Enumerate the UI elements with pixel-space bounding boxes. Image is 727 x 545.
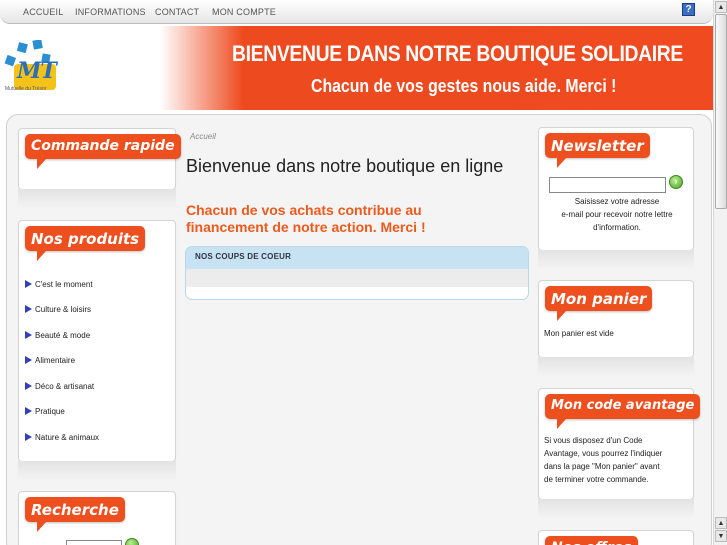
scrollbar-thumb[interactable]: [715, 14, 727, 209]
panier-status: Mon panier est vide: [544, 329, 614, 338]
mon-panier-title: Mon panier: [545, 286, 653, 321]
triangle-icon: [25, 356, 32, 364]
product-category-item[interactable]: Déco & artisanat: [25, 382, 94, 391]
coups-de-coeur-box: NOS COUPS DE COEUR: [185, 246, 529, 300]
scroll-up-icon[interactable]: ▲: [715, 517, 727, 529]
newsletter-go-icon[interactable]: ›: [669, 175, 683, 189]
triangle-icon: [25, 331, 32, 339]
nav-accueil[interactable]: ACCUEIL: [23, 7, 63, 17]
newsletter-box: Newsletter › Saisissez votre adresse e-m…: [538, 127, 694, 270]
banner-title: BIENVENUE DANS NOTRE BOUTIQUE SOLIDAIRE: [232, 41, 683, 66]
triangle-icon: [25, 382, 32, 390]
product-category-item[interactable]: Alimentaire: [25, 356, 75, 365]
triangle-icon: [25, 407, 32, 415]
code-avantage-box: Mon code avantage Si vous disposez d'un …: [538, 388, 701, 519]
offres-title: Nos offres: [545, 536, 638, 545]
triangle-icon: [25, 280, 32, 288]
header-banner: MT Mutuelle du Trésor BIENVENUE DANS NOT…: [0, 26, 713, 110]
product-category-item[interactable]: Beauté & mode: [25, 331, 90, 340]
search-input[interactable]: [66, 540, 122, 545]
vertical-scrollbar[interactable]: ▲ ▲ ▼: [713, 0, 727, 545]
product-category-item[interactable]: Nature & animaux: [25, 433, 99, 442]
triangle-icon: [25, 305, 32, 313]
product-category-item[interactable]: Pratique: [25, 407, 65, 416]
recherche-box: Recherche: [18, 491, 176, 545]
nav-informations[interactable]: INFORMATIONS: [75, 7, 146, 17]
commande-rapide-title[interactable]: Commande rapide: [25, 134, 181, 169]
nav-mon-compte[interactable]: MON COMPTE: [212, 7, 276, 17]
logo-caption: Mutuelle du Trésor: [5, 86, 47, 92]
nos-produits-box: Nos produits C'est le moment Culture & l…: [18, 220, 176, 481]
product-category-item[interactable]: C'est le moment: [25, 280, 93, 289]
newsletter-text: Saisissez votre adresse e-mail pour rece…: [561, 197, 673, 232]
product-category-item[interactable]: Culture & loisirs: [25, 305, 91, 314]
page-subtitle: Chacun de vos achats contribue au financ…: [186, 202, 426, 235]
breadcrumb[interactable]: Accueil: [190, 132, 216, 141]
help-icon[interactable]: ?: [682, 3, 695, 16]
top-navigation: ACCUEIL INFORMATIONS CONTACT MON COMPTE …: [0, 0, 713, 24]
banner-subtitle: Chacun de vos gestes nous aide. Merci !: [311, 76, 617, 96]
banner-background: [160, 26, 713, 110]
logo-letters: MT: [17, 58, 57, 84]
coups-de-coeur-header: NOS COUPS DE COEUR: [186, 247, 528, 269]
mon-panier-box: Mon panier Mon panier est vide: [538, 280, 694, 377]
code-avantage-text: Si vous disposez d'un Code Avantage, vou…: [544, 436, 663, 484]
recherche-title: Recherche: [25, 497, 125, 532]
triangle-icon: [25, 433, 32, 441]
newsletter-title: Newsletter: [545, 133, 650, 168]
code-avantage-title: Mon code avantage: [545, 394, 701, 429]
nav-contact[interactable]: CONTACT: [155, 7, 199, 17]
search-go-icon[interactable]: [125, 538, 139, 545]
scroll-up-icon[interactable]: ▲: [715, 1, 727, 13]
offres-box: Nos offres: [538, 530, 694, 545]
page-title: Bienvenue dans notre boutique en ligne: [186, 156, 504, 176]
newsletter-email-input[interactable]: [549, 177, 666, 193]
nos-produits-title: Nos produits: [25, 226, 146, 261]
scroll-down-icon[interactable]: ▼: [715, 530, 727, 542]
commande-rapide-box: Commande rapide: [18, 128, 181, 209]
